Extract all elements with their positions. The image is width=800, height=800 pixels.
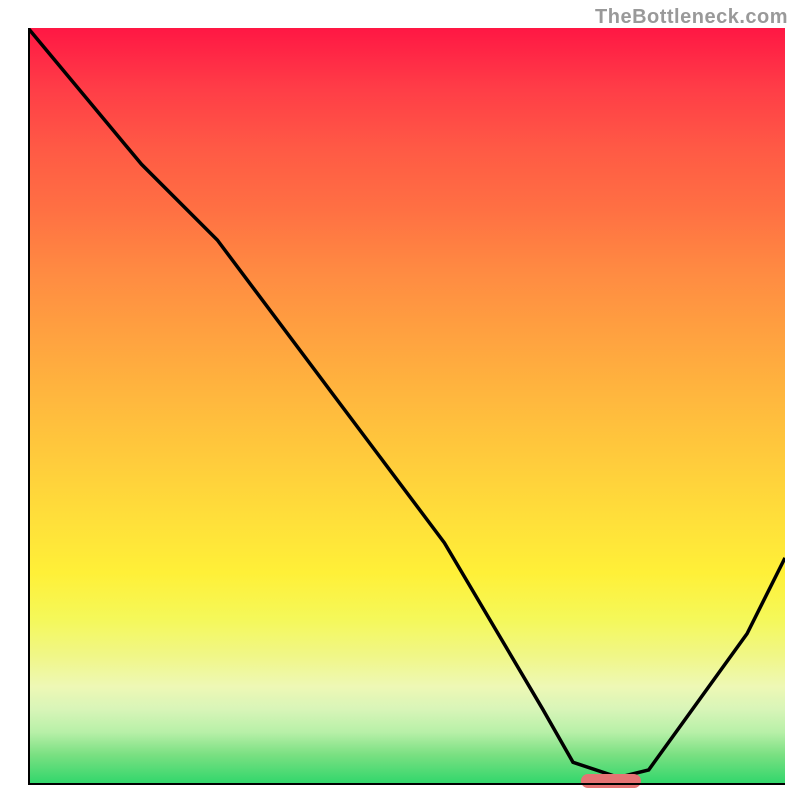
bottleneck-curve bbox=[28, 28, 785, 785]
optimal-range-marker bbox=[581, 774, 642, 788]
chart-container: TheBottleneck.com bbox=[0, 0, 800, 800]
y-axis bbox=[28, 28, 30, 785]
x-axis bbox=[28, 783, 785, 785]
watermark-text: TheBottleneck.com bbox=[595, 6, 788, 29]
